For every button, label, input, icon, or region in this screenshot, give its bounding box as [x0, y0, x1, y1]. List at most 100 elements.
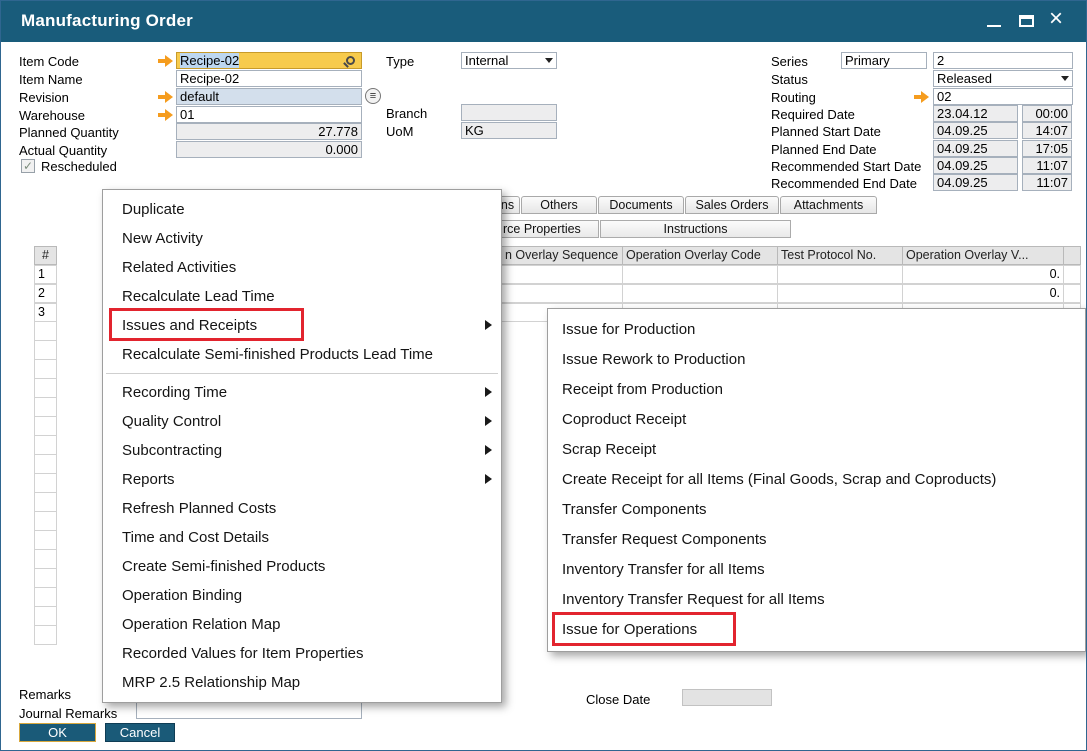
menu-item-reports[interactable]: Reports: [103, 465, 501, 494]
submenu-item-scrap-receipt[interactable]: Scrap Receipt: [548, 435, 1085, 465]
grid-cell[interactable]: [622, 284, 778, 303]
grid-cell[interactable]: [501, 284, 623, 303]
menu-item-related-activities[interactable]: Related Activities: [103, 253, 501, 282]
tab-documents[interactable]: Documents: [598, 196, 684, 214]
planned-end-time-field[interactable]: 17:05: [1022, 140, 1072, 157]
row-number-cell[interactable]: 3: [34, 303, 57, 322]
column-header-test-protocol-no[interactable]: Test Protocol No.: [777, 246, 903, 265]
submenu-item-coproduct-receipt[interactable]: Coproduct Receipt: [548, 405, 1085, 435]
menu-item-label: Reports: [122, 471, 175, 488]
tab-attachments[interactable]: Attachments: [780, 196, 877, 214]
submenu-item-transfer-components[interactable]: Transfer Components: [548, 495, 1085, 525]
menu-item-label: Recalculate Lead Time: [122, 288, 275, 305]
column-header-operation-overlay-value[interactable]: Operation Overlay V...: [902, 246, 1064, 265]
submenu-item-issue-rework-to-production[interactable]: Issue Rework to Production: [548, 345, 1085, 375]
menu-item-issues-and-receipts[interactable]: Issues and Receipts: [103, 311, 501, 340]
menu-item-recalculate-semifinished-lead-time[interactable]: Recalculate Semi-finished Products Lead …: [103, 340, 501, 369]
rescheduled-checkbox[interactable]: [21, 159, 35, 173]
menu-item-duplicate[interactable]: Duplicate: [103, 195, 501, 224]
submenu-item-create-receipt-for-all-items[interactable]: Create Receipt for all Items (Final Good…: [548, 465, 1085, 495]
grid-cell[interactable]: [777, 284, 903, 303]
grid-cell[interactable]: [1063, 265, 1081, 284]
grid-cell-overlay-value[interactable]: 0.: [902, 265, 1064, 284]
close-date-input[interactable]: [682, 689, 772, 706]
routing-field[interactable]: 02: [933, 88, 1073, 105]
row-number-header[interactable]: #: [34, 246, 57, 265]
link-arrow-icon[interactable]: [158, 55, 173, 67]
cancel-button[interactable]: Cancel: [105, 723, 175, 742]
dropdown-arrow-icon[interactable]: [545, 58, 553, 63]
minimize-button[interactable]: [979, 1, 1009, 42]
maximize-button[interactable]: [1011, 1, 1041, 42]
menu-item-label: Create Receipt for all Items (Final Good…: [562, 471, 996, 488]
series-label: Series: [771, 53, 808, 70]
menu-item-create-semifinished-products[interactable]: Create Semi-finished Products: [103, 552, 501, 581]
menu-item-label: Refresh Planned Costs: [122, 500, 276, 517]
column-header-operation-overlay-sequence[interactable]: n Overlay Sequence: [501, 246, 623, 265]
grid-cell-overlay-value[interactable]: 0.: [902, 284, 1064, 303]
grid-cell[interactable]: [1063, 284, 1081, 303]
tab-others[interactable]: Others: [521, 196, 597, 214]
menu-item-quality-control[interactable]: Quality Control: [103, 407, 501, 436]
actual-quantity-field[interactable]: 0.000: [176, 141, 362, 158]
recommended-start-date-field[interactable]: 04.09.25: [933, 157, 1018, 174]
close-date-label: Close Date: [586, 691, 650, 708]
recommended-end-date-field[interactable]: 04.09.25: [933, 174, 1018, 191]
branch-field[interactable]: [461, 104, 557, 121]
revision-field[interactable]: default: [176, 88, 362, 105]
row-number-cell[interactable]: 2: [34, 284, 57, 303]
menu-item-recalculate-lead-time[interactable]: Recalculate Lead Time: [103, 282, 501, 311]
journal-remarks-label: Journal Remarks: [19, 705, 117, 722]
submenu-item-issue-for-operations[interactable]: Issue for Operations: [548, 615, 1085, 645]
tab-sales-orders[interactable]: Sales Orders: [685, 196, 779, 214]
menu-item-recorded-values-for-item-properties[interactable]: Recorded Values for Item Properties: [103, 639, 501, 668]
column-header-operation-overlay-code[interactable]: Operation Overlay Code: [622, 246, 778, 265]
menu-item-refresh-planned-costs[interactable]: Refresh Planned Costs: [103, 494, 501, 523]
row-number-cell[interactable]: 1: [34, 265, 57, 284]
grid-cell[interactable]: [501, 265, 623, 284]
uom-label: UoM: [386, 123, 413, 140]
type-select[interactable]: Internal: [461, 52, 557, 69]
menu-item-mrp-25-relationship-map[interactable]: MRP 2.5 Relationship Map: [103, 668, 501, 697]
item-name-field[interactable]: Recipe-02: [176, 70, 362, 87]
menu-item-time-and-cost-details[interactable]: Time and Cost Details: [103, 523, 501, 552]
submenu-item-inventory-transfer-for-all-items[interactable]: Inventory Transfer for all Items: [548, 555, 1085, 585]
series-field[interactable]: Primary: [841, 52, 927, 69]
link-arrow-icon[interactable]: [914, 91, 929, 103]
item-code-field[interactable]: Recipe-02: [176, 52, 362, 69]
submenu-item-transfer-request-components[interactable]: Transfer Request Components: [548, 525, 1085, 555]
dropdown-arrow-icon[interactable]: [1061, 76, 1069, 81]
link-arrow-icon[interactable]: [158, 109, 173, 121]
menu-item-subcontracting[interactable]: Subcontracting: [103, 436, 501, 465]
uom-field[interactable]: KG: [461, 122, 557, 139]
journal-remarks-input[interactable]: [136, 702, 362, 719]
ok-button[interactable]: OK: [19, 723, 96, 742]
submenu-item-issue-for-production[interactable]: Issue for Production: [548, 315, 1085, 345]
grid-cell[interactable]: [777, 265, 903, 284]
search-icon[interactable]: [346, 56, 355, 65]
series-number-field[interactable]: 2: [933, 52, 1073, 69]
grid-cell[interactable]: [622, 265, 778, 284]
required-date-field[interactable]: 23.04.12: [933, 105, 1018, 122]
planned-end-date-field[interactable]: 04.09.25: [933, 140, 1018, 157]
planned-quantity-field[interactable]: 27.778: [176, 123, 362, 140]
required-time-field[interactable]: 00:00: [1022, 105, 1072, 122]
menu-item-operation-relation-map[interactable]: Operation Relation Map: [103, 610, 501, 639]
status-select[interactable]: Released: [933, 70, 1073, 87]
recommended-end-time-field[interactable]: 11:07: [1022, 174, 1072, 191]
submenu-item-receipt-from-production[interactable]: Receipt from Production: [548, 375, 1085, 405]
menu-item-new-activity[interactable]: New Activity: [103, 224, 501, 253]
recommended-start-time-field[interactable]: 11:07: [1022, 157, 1072, 174]
planned-start-time-field[interactable]: 14:07: [1022, 122, 1072, 139]
close-button[interactable]: ×: [1043, 1, 1073, 42]
warehouse-field[interactable]: 01: [176, 106, 362, 123]
planned-start-date-field[interactable]: 04.09.25: [933, 122, 1018, 139]
choose-from-list-icon[interactable]: [365, 88, 381, 104]
item-code-value: Recipe-02: [180, 53, 239, 68]
submenu-item-inventory-transfer-request-for-all-items[interactable]: Inventory Transfer Request for all Items: [548, 585, 1085, 615]
link-arrow-icon[interactable]: [158, 91, 173, 103]
menu-item-recording-time[interactable]: Recording Time: [103, 378, 501, 407]
menu-item-label: Recorded Values for Item Properties: [122, 645, 364, 662]
subtab-instructions[interactable]: Instructions: [600, 220, 791, 238]
menu-item-operation-binding[interactable]: Operation Binding: [103, 581, 501, 610]
